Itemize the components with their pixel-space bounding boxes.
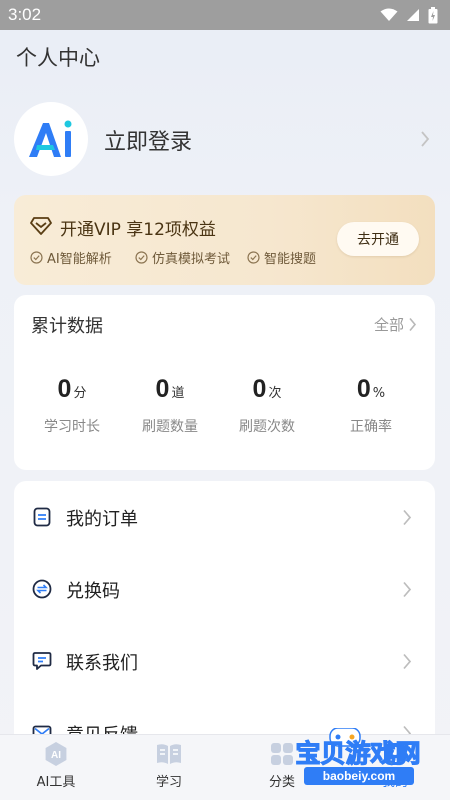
stat-value: 0 — [356, 375, 371, 403]
check-circle-icon — [30, 251, 43, 264]
vip-feature-label: 仿真模拟考试 — [152, 252, 231, 267]
bottom-nav: AI AI工具 学习 分类 我的 — [0, 734, 450, 800]
open-vip-button[interactable]: 去开通 — [337, 222, 419, 256]
app-logo-icon — [29, 120, 72, 157]
menu-item-redeem-code[interactable]: 兑换码 — [14, 553, 435, 625]
nav-item-ai-tools[interactable]: AI AI工具 — [11, 741, 101, 790]
svg-text:AI: AI — [51, 750, 61, 761]
order-icon — [33, 507, 51, 527]
check-circle-icon — [247, 251, 260, 264]
stats-title: 累计数据 — [31, 316, 103, 337]
nav-item-study[interactable]: 学习 — [124, 741, 214, 790]
message-icon — [32, 652, 52, 670]
vip-feature: AI智能解析 — [30, 248, 112, 267]
status-bar: 3:02 — [0, 0, 450, 30]
stat-practice-times: 0次 刷题次数 — [217, 375, 317, 436]
vip-card[interactable]: 开通VIP 享12项权益 AI智能解析 仿真模拟考试 智能搜题 去开通 — [14, 195, 435, 285]
stat-value: 0 — [57, 375, 72, 403]
menu-item-label: 联系我们 — [66, 653, 138, 674]
battery-icon — [428, 6, 438, 23]
stats-card: 累计数据 全部 0分 学习时长 0道 刷题数量 0次 刷题次数 0% 正确率 — [14, 295, 435, 470]
menu-item-label: 兑换码 — [66, 581, 120, 602]
vip-feature: 智能搜题 — [247, 248, 316, 267]
stat-question-count: 0道 刷题数量 — [120, 375, 220, 436]
chevron-right-icon — [403, 653, 412, 670]
stat-label: 刷题次数 — [239, 419, 295, 435]
ai-icon: AI — [45, 742, 67, 766]
menu-item-label: 我的订单 — [66, 509, 138, 530]
signal-icon — [407, 9, 419, 21]
stat-value: 0 — [155, 375, 170, 403]
nav-label: AI工具 — [36, 775, 76, 790]
check-circle-icon — [135, 251, 148, 264]
stat-label: 正确率 — [350, 419, 392, 435]
chevron-right-icon — [403, 581, 412, 598]
stat-unit: 分 — [73, 386, 87, 401]
stat-unit: 道 — [171, 386, 185, 401]
nav-label: 学习 — [155, 775, 182, 790]
vip-feature-label: 智能搜题 — [264, 252, 317, 267]
nav-label: 分类 — [268, 775, 295, 790]
stats-all-label[interactable]: 全部 — [374, 314, 404, 335]
chevron-right-icon — [403, 509, 412, 526]
exchange-icon — [32, 579, 52, 599]
stat-unit: % — [372, 386, 386, 401]
system-icons — [380, 6, 438, 24]
wifi-icon — [380, 8, 398, 21]
stat-study-time: 0分 学习时长 — [22, 375, 122, 436]
stat-label: 学习时长 — [44, 419, 100, 435]
stat-accuracy: 0% 正确率 — [321, 375, 421, 436]
stats-all-link[interactable]: 全部 — [374, 314, 417, 335]
chevron-right-icon — [409, 317, 417, 332]
nav-label: 我的 — [381, 775, 408, 790]
vip-feature: 仿真模拟考试 — [135, 248, 230, 267]
menu-item-contact-us[interactable]: 联系我们 — [14, 625, 435, 697]
login-label[interactable]: 立即登录 — [104, 124, 192, 156]
stat-value: 0 — [252, 375, 267, 403]
nav-item-profile[interactable]: 我的 — [350, 741, 440, 790]
stat-unit: 次 — [268, 386, 282, 401]
vip-feature-label: AI智能解析 — [47, 252, 112, 267]
status-time: 3:02 — [8, 5, 42, 24]
chevron-right-icon — [421, 131, 430, 147]
nav-item-category[interactable]: 分类 — [237, 741, 327, 790]
vip-title: 开通VIP 享12项权益 — [60, 220, 216, 240]
page-title: 个人中心 — [16, 46, 100, 70]
book-icon — [157, 744, 181, 764]
stat-label: 刷题数量 — [142, 419, 198, 435]
menu-item-orders[interactable]: 我的订单 — [14, 481, 435, 553]
diamond-icon — [30, 217, 52, 235]
profile-icon — [384, 743, 406, 765]
category-icon — [271, 743, 293, 765]
avatar[interactable] — [14, 102, 88, 176]
menu-card: 我的订单 兑换码 联系我们 意见反馈 — [14, 481, 435, 751]
